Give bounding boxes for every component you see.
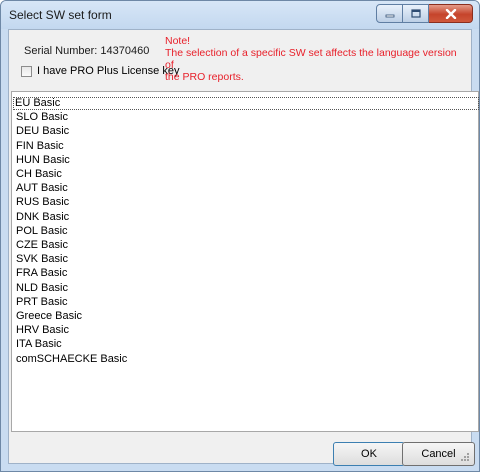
sw-set-item[interactable]: CH Basic — [15, 168, 62, 181]
maximize-button[interactable] — [403, 4, 429, 23]
note-heading: Note! — [165, 35, 191, 47]
sw-set-item[interactable]: RUS Basic — [15, 196, 69, 209]
note-line-2: the PRO reports. — [165, 71, 244, 83]
title-bar[interactable]: Select SW set form — [1, 1, 479, 29]
sw-set-item[interactable]: DNK Basic — [15, 211, 69, 224]
sw-set-item[interactable]: EU Basic — [13, 97, 479, 110]
sw-set-item[interactable]: AUT Basic — [15, 182, 68, 195]
sw-set-item[interactable]: SLO Basic — [15, 111, 68, 124]
ok-button[interactable]: OK — [333, 442, 405, 466]
minimize-icon — [385, 14, 394, 17]
pro-plus-license-label: I have PRO Plus License key — [37, 65, 180, 77]
dialog-body: Serial Number: 14370460 I have PRO Plus … — [8, 29, 479, 466]
resize-grip-icon[interactable] — [460, 452, 470, 462]
sw-set-item[interactable]: comSCHAECKE Basic — [15, 353, 127, 366]
sw-set-item[interactable]: FRA Basic — [15, 267, 67, 280]
dialog-window: Select SW set form Serial Number: 143704… — [0, 0, 480, 472]
sw-set-item[interactable]: FIN Basic — [15, 140, 64, 153]
sw-set-item[interactable]: DEU Basic — [15, 125, 69, 138]
minimize-button[interactable] — [376, 4, 403, 23]
close-button[interactable] — [429, 4, 473, 23]
window-title: Select SW set form — [9, 8, 112, 22]
window-controls — [376, 4, 473, 23]
sw-set-list[interactable]: EU Basic SLO Basic DEU Basic FIN Basic HUN B… — [11, 91, 479, 432]
maximize-icon — [410, 9, 421, 18]
sw-set-item[interactable]: CZE Basic — [15, 239, 68, 252]
serial-number-label: Serial Number: 14370460 — [24, 45, 150, 57]
sw-set-item[interactable]: SVK Basic — [15, 253, 68, 266]
language-note: Note! The selection of a specific SW set… — [165, 35, 465, 83]
pro-plus-license-checkbox[interactable] — [21, 65, 32, 77]
sw-set-item[interactable]: HUN Basic — [15, 154, 70, 167]
sw-set-item[interactable]: NLD Basic — [15, 282, 68, 295]
note-line-1: The selection of a specific SW set affec… — [165, 47, 457, 71]
pro-plus-license-option[interactable]: I have PRO Plus License key — [21, 65, 179, 77]
sw-set-item[interactable]: ITA Basic — [15, 338, 62, 351]
close-icon — [445, 8, 456, 19]
sw-set-item[interactable]: POL Basic — [15, 225, 68, 238]
sw-set-item[interactable]: HRV Basic — [15, 324, 69, 337]
sw-set-item[interactable]: Greece Basic — [15, 310, 82, 323]
sw-set-item[interactable]: PRT Basic — [15, 296, 68, 309]
